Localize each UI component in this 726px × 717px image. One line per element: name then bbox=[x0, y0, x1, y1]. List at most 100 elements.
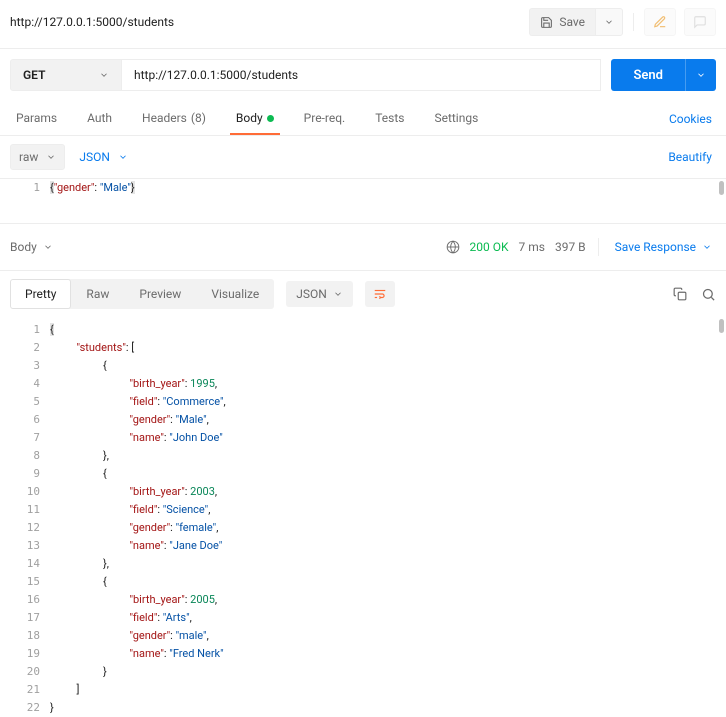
code-line: "gender": "female", bbox=[50, 519, 218, 537]
scrollbar-thumb[interactable] bbox=[719, 181, 724, 195]
request-tab-title: http://127.0.0.1:5000/students bbox=[10, 11, 521, 33]
body-mode-value: raw bbox=[19, 150, 38, 164]
send-button[interactable]: Send bbox=[611, 59, 685, 91]
code-line: "field": "Arts", bbox=[50, 609, 192, 627]
line-number: 2 bbox=[0, 339, 50, 357]
view-raw[interactable]: Raw bbox=[71, 279, 124, 309]
cookies-link[interactable]: Cookies bbox=[665, 104, 716, 134]
code-line: "gender": "Male", bbox=[50, 411, 209, 429]
response-time: 7 ms bbox=[519, 240, 545, 254]
wrap-icon bbox=[373, 287, 387, 301]
search-icon bbox=[701, 287, 716, 302]
wrap-lines-button[interactable] bbox=[365, 281, 395, 307]
chevron-down-icon bbox=[118, 152, 128, 162]
code-line: } bbox=[50, 663, 107, 681]
response-format-value: JSON bbox=[296, 287, 327, 301]
line-number: 19 bbox=[0, 645, 50, 663]
send-dropdown[interactable] bbox=[685, 59, 716, 91]
code-line: "birth_year": 2005, bbox=[50, 591, 217, 609]
tab-settings[interactable]: Settings bbox=[428, 103, 484, 135]
method-value: GET bbox=[23, 68, 45, 82]
chevron-down-icon bbox=[702, 242, 712, 252]
line-number: 20 bbox=[0, 663, 50, 681]
line-number: 13 bbox=[0, 537, 50, 555]
tab-params[interactable]: Params bbox=[10, 103, 63, 135]
code-line: "field": "Science", bbox=[50, 501, 210, 519]
tab-prereq[interactable]: Pre-req. bbox=[298, 103, 352, 135]
chevron-down-icon bbox=[696, 70, 706, 80]
response-body-editor[interactable]: 1{2 "students": [3 {4 "birth_year": 1995… bbox=[0, 317, 726, 715]
code-line: "name": "Jane Doe" bbox=[50, 537, 222, 555]
tab-body[interactable]: Body bbox=[230, 103, 280, 135]
line-number: 17 bbox=[0, 609, 50, 627]
line-number: 8 bbox=[0, 447, 50, 465]
line-number: 7 bbox=[0, 429, 50, 447]
code-line: "birth_year": 2003, bbox=[50, 483, 217, 501]
save-button[interactable]: Save bbox=[529, 8, 595, 36]
copy-button[interactable] bbox=[673, 287, 687, 301]
tab-body-label: Body bbox=[236, 111, 263, 125]
line-number: 12 bbox=[0, 519, 50, 537]
divider bbox=[633, 13, 634, 31]
line-number: 14 bbox=[0, 555, 50, 573]
line-number: 5 bbox=[0, 393, 50, 411]
body-format-selector[interactable]: JSON bbox=[79, 150, 128, 164]
unsaved-dot-icon bbox=[267, 115, 274, 122]
globe-icon bbox=[446, 240, 460, 254]
body-mode-selector[interactable]: raw bbox=[10, 144, 65, 170]
status-code: 200 OK bbox=[470, 240, 509, 254]
code-line: "students": [ bbox=[50, 339, 134, 357]
line-number: 1 bbox=[0, 179, 50, 197]
beautify-link[interactable]: Beautify bbox=[664, 142, 716, 172]
response-format-selector[interactable]: JSON bbox=[286, 281, 353, 307]
code-line: } bbox=[50, 699, 54, 715]
request-body-editor[interactable]: 1 {"gender": "Male"} bbox=[0, 179, 726, 223]
tab-tests[interactable]: Tests bbox=[369, 103, 410, 135]
line-number: 22 bbox=[0, 699, 50, 715]
comment-icon-button[interactable] bbox=[684, 8, 716, 36]
save-response-label: Save Response bbox=[615, 240, 696, 254]
code-line: "birth_year": 1995, bbox=[50, 375, 217, 393]
view-visualize[interactable]: Visualize bbox=[196, 279, 274, 309]
response-section-selector[interactable]: Body bbox=[10, 240, 53, 254]
search-button[interactable] bbox=[701, 287, 716, 302]
view-preview[interactable]: Preview bbox=[124, 279, 196, 309]
edit-icon-button[interactable] bbox=[644, 8, 676, 36]
tab-headers[interactable]: Headers (8) bbox=[136, 103, 212, 135]
line-number: 21 bbox=[0, 681, 50, 699]
line-number: 4 bbox=[0, 375, 50, 393]
line-number: 18 bbox=[0, 627, 50, 645]
divider bbox=[598, 238, 599, 256]
scrollbar-thumb[interactable] bbox=[719, 319, 724, 333]
chevron-down-icon bbox=[99, 70, 109, 80]
view-pretty[interactable]: Pretty bbox=[10, 279, 71, 309]
save-label: Save bbox=[559, 15, 585, 29]
chevron-down-icon bbox=[333, 289, 343, 299]
save-dropdown[interactable] bbox=[595, 8, 623, 36]
request-body-code[interactable]: {"gender": "Male"} bbox=[50, 179, 135, 197]
code-line: { bbox=[50, 357, 107, 375]
line-number: 16 bbox=[0, 591, 50, 609]
url-input[interactable] bbox=[122, 59, 601, 91]
chevron-down-icon bbox=[604, 17, 614, 27]
line-number: 1 bbox=[0, 321, 50, 339]
pencil-icon bbox=[653, 15, 667, 29]
save-button-group[interactable]: Save bbox=[529, 8, 623, 36]
code-line: { bbox=[50, 465, 107, 483]
response-size: 397 B bbox=[555, 240, 586, 254]
chevron-down-icon bbox=[46, 152, 56, 162]
line-number: 11 bbox=[0, 501, 50, 519]
response-section-label: Body bbox=[10, 240, 37, 254]
method-selector[interactable]: GET bbox=[10, 59, 122, 91]
save-response-link[interactable]: Save Response bbox=[611, 232, 716, 262]
tab-auth[interactable]: Auth bbox=[81, 103, 118, 135]
body-format-value: JSON bbox=[79, 150, 110, 164]
tab-headers-label: Headers bbox=[142, 111, 187, 125]
code-line: "field": "Commerce", bbox=[50, 393, 226, 411]
line-number: 10 bbox=[0, 483, 50, 501]
line-number: 6 bbox=[0, 411, 50, 429]
code-line: "gender": "male", bbox=[50, 627, 209, 645]
line-number: 9 bbox=[0, 465, 50, 483]
code-line: ] bbox=[50, 681, 79, 699]
comment-icon bbox=[693, 15, 707, 29]
